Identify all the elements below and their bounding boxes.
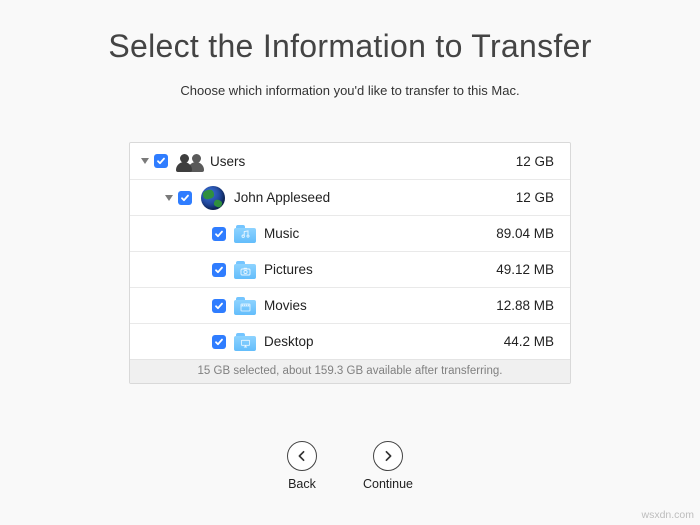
transfer-tree: Users 12 GB John Appleseed 12 GB [130, 143, 570, 359]
back-label: Back [288, 477, 316, 491]
tree-size: 12 GB [516, 190, 554, 205]
disclosure-triangle-icon[interactable] [160, 195, 174, 201]
tree-label: Users [210, 154, 516, 169]
transfer-panel: Users 12 GB John Appleseed 12 GB [129, 142, 571, 384]
tree-row-account[interactable]: John Appleseed 12 GB [130, 179, 570, 215]
checkbox-folder[interactable] [212, 227, 226, 241]
tree-size: 89.04 MB [496, 226, 554, 241]
tree-row-folder[interactable]: Movies 12.88 MB [130, 287, 570, 323]
tree-row-folder[interactable]: Pictures 49.12 MB [130, 251, 570, 287]
tree-label: Desktop [264, 334, 504, 349]
folder-desktop-icon [234, 331, 256, 353]
checkbox-folder[interactable] [212, 335, 226, 349]
disclosure-triangle-icon[interactable] [136, 158, 150, 164]
tree-label: John Appleseed [234, 190, 516, 205]
tree-size: 12 GB [516, 154, 554, 169]
tree-row-users[interactable]: Users 12 GB [130, 143, 570, 179]
tree-label: Music [264, 226, 496, 241]
continue-button[interactable]: Continue [363, 441, 413, 491]
folder-music-icon [234, 223, 256, 245]
arrow-left-circle-icon [287, 441, 317, 471]
arrow-right-circle-icon [373, 441, 403, 471]
tree-label: Movies [264, 298, 496, 313]
users-icon [176, 148, 202, 174]
tree-size: 12.88 MB [496, 298, 554, 313]
checkbox-account[interactable] [178, 191, 192, 205]
tree-size: 44.2 MB [504, 334, 554, 349]
status-line: 15 GB selected, about 159.3 GB available… [130, 359, 570, 383]
checkbox-folder[interactable] [212, 299, 226, 313]
checkbox-users[interactable] [154, 154, 168, 168]
back-button[interactable]: Back [287, 441, 317, 491]
folder-pictures-icon [234, 259, 256, 281]
checkbox-folder[interactable] [212, 263, 226, 277]
tree-row-folder[interactable]: Desktop 44.2 MB [130, 323, 570, 359]
page-subtitle: Choose which information you'd like to t… [180, 83, 519, 98]
earth-icon [200, 185, 226, 211]
tree-label: Pictures [264, 262, 496, 277]
folder-movies-icon [234, 295, 256, 317]
continue-label: Continue [363, 477, 413, 491]
tree-size: 49.12 MB [496, 262, 554, 277]
footer-controls: Back Continue [287, 419, 413, 525]
tree-row-folder[interactable]: Music 89.04 MB [130, 215, 570, 251]
page-title: Select the Information to Transfer [108, 28, 591, 65]
watermark: wsxdn.com [641, 509, 694, 521]
